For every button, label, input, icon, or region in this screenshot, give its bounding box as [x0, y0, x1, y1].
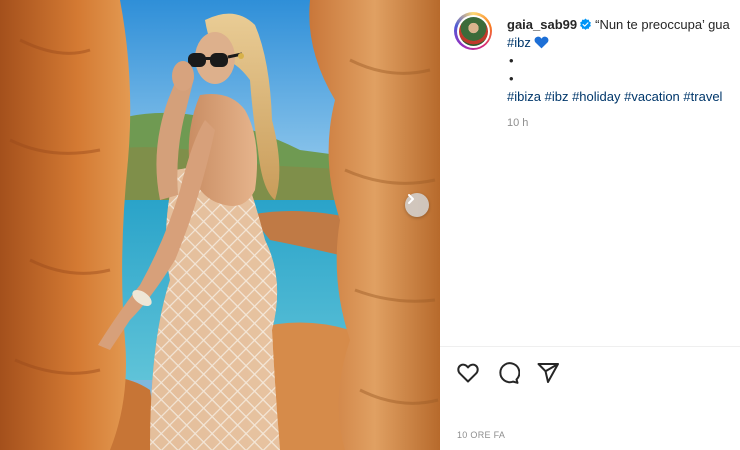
caption-first-line: gaia_sab99 “Nun te preoccupa’ gua — [507, 16, 740, 34]
photo-scene — [0, 0, 440, 450]
blue-heart-icon — [535, 36, 549, 49]
paper-plane-icon — [537, 363, 559, 383]
avatar-image — [458, 16, 488, 46]
share-button[interactable] — [536, 361, 560, 385]
caption-timestamp: 10 h — [507, 117, 529, 129]
caption-dot-line: • — [509, 71, 514, 86]
hashtag-link[interactable]: #travel — [683, 89, 722, 104]
caption-text: “Nun te preoccupa’ gua — [595, 17, 730, 32]
like-button[interactable] — [456, 361, 480, 385]
verified-badge-icon — [580, 18, 592, 30]
post-actions — [456, 361, 560, 385]
post-photo — [0, 0, 440, 450]
caption-hashtag-link[interactable]: #ibz — [507, 35, 531, 50]
blue-heart-emoji — [534, 35, 549, 50]
post-timestamp: 10 ORE FA — [457, 430, 506, 440]
avatar[interactable] — [454, 12, 492, 50]
hashtag-link[interactable]: #vacation — [624, 89, 680, 104]
actions-divider — [440, 346, 740, 347]
avatar-ring-inner — [456, 14, 490, 48]
caption-second-line: #ibz — [507, 34, 740, 52]
username-link[interactable]: gaia_sab99 — [507, 17, 577, 32]
comment-icon — [499, 362, 520, 384]
hashtag-link[interactable]: #ibiza — [507, 89, 541, 104]
comment-button[interactable] — [496, 361, 520, 385]
caption-dot-line: • — [509, 53, 514, 68]
chevron-right-icon — [408, 194, 414, 204]
hashtag-link[interactable]: #holiday — [572, 89, 620, 104]
post-side-panel: gaia_sab99 “Nun te preoccupa’ gua #ibz • … — [440, 0, 740, 450]
hashtag-link[interactable]: #ibz — [545, 89, 569, 104]
post-caption: gaia_sab99 “Nun te preoccupa’ gua #ibz • … — [507, 16, 740, 132]
hashtag-list: #ibiza #ibz #holiday #vacation #travel — [507, 88, 740, 106]
next-photo-button[interactable] — [405, 193, 429, 217]
heart-icon — [457, 363, 479, 383]
